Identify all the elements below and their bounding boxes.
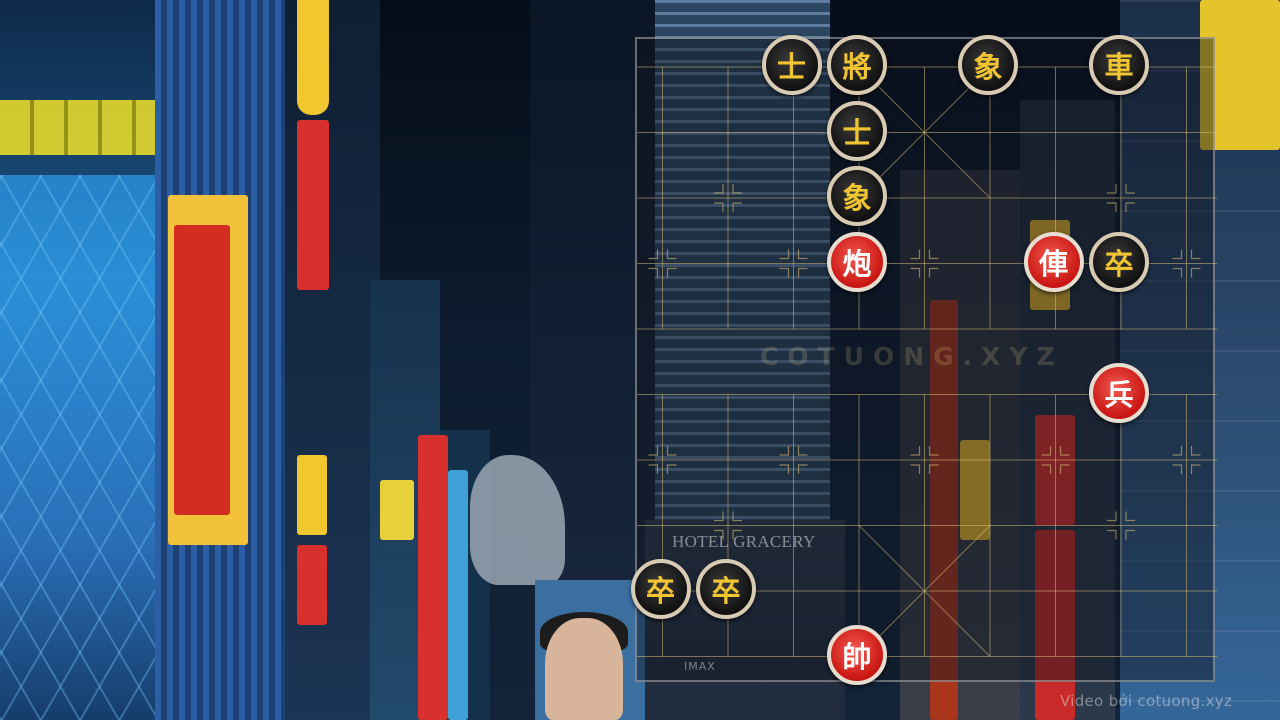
- position-mark: [648, 267, 659, 278]
- position-mark: [1125, 202, 1135, 212]
- position-mark: [1041, 464, 1052, 474]
- position-mark: [1107, 529, 1117, 540]
- position-mark: [714, 184, 724, 194]
- position-mark: [1190, 464, 1201, 474]
- black-soldier-2-piece[interactable]: 卒: [630, 559, 691, 619]
- position-mark: [928, 446, 939, 456]
- neon-sign: [297, 455, 327, 535]
- piece-label: 士: [842, 115, 872, 150]
- position-mark: [1107, 202, 1117, 212]
- position-mark: [1172, 446, 1183, 456]
- position-mark: [732, 202, 742, 212]
- neon-sign: [297, 0, 329, 115]
- position-mark: [910, 446, 921, 456]
- position-mark: [732, 511, 742, 522]
- position-mark: [648, 446, 659, 456]
- position-mark: [648, 464, 659, 474]
- position-mark: [910, 464, 921, 474]
- red-general-piece[interactable]: 帥: [827, 624, 887, 685]
- piece-label: 炮: [842, 246, 872, 281]
- yellow-awning: [0, 100, 165, 155]
- position-mark: [666, 249, 677, 260]
- position-mark: [732, 184, 742, 194]
- red-cannon-piece[interactable]: 炮: [827, 231, 887, 292]
- position-mark: [714, 511, 724, 522]
- neon-sign: [380, 480, 414, 540]
- position-mark: [779, 446, 790, 456]
- position-mark: [1172, 249, 1183, 260]
- position-mark: [1190, 267, 1201, 278]
- position-mark: [928, 267, 939, 278]
- position-mark: [1190, 446, 1201, 456]
- position-mark: [928, 249, 939, 260]
- piece-label: 車: [1104, 50, 1134, 84]
- piece-label: 卒: [645, 574, 675, 608]
- position-mark: [732, 529, 742, 540]
- piece-label: 象: [842, 181, 872, 215]
- position-mark: [1172, 267, 1183, 278]
- black-soldier-1-piece[interactable]: 卒: [1089, 231, 1149, 292]
- position-mark: [797, 464, 808, 474]
- piece-label: 象: [973, 50, 1003, 84]
- position-mark: [1125, 184, 1135, 194]
- neon-sign: [448, 470, 468, 720]
- position-mark: [714, 529, 724, 540]
- position-mark: [1190, 249, 1201, 260]
- position-mark: [910, 267, 921, 278]
- position-mark: [648, 249, 659, 260]
- neon-sign-red: [174, 225, 230, 515]
- position-mark: [797, 446, 808, 456]
- neon-sign: [297, 545, 327, 625]
- video-credit: Video bởi cotuong.xyz: [1060, 692, 1233, 710]
- black-chariot-piece[interactable]: 車: [1089, 35, 1149, 95]
- position-mark: [1107, 511, 1117, 522]
- piece-label: 士: [776, 50, 806, 84]
- piece-label: 卒: [1104, 246, 1134, 281]
- position-mark: [797, 249, 808, 260]
- neon-sign: [418, 435, 448, 720]
- black-advisor-1-piece[interactable]: 士: [761, 35, 822, 95]
- position-mark: [779, 464, 790, 474]
- position-mark: [1172, 464, 1183, 474]
- piece-label: 卒: [711, 574, 741, 608]
- position-mark: [1041, 446, 1052, 456]
- position-mark: [666, 267, 677, 278]
- position-mark: [910, 249, 921, 260]
- piece-label: 將: [842, 50, 872, 84]
- position-mark: [714, 202, 724, 212]
- position-mark: [666, 446, 677, 456]
- neon-sign: [297, 120, 329, 290]
- position-mark: [797, 267, 808, 278]
- black-advisor-2-piece[interactable]: 士: [827, 100, 887, 161]
- position-mark: [1107, 184, 1117, 194]
- red-soldier-piece[interactable]: 兵: [1089, 362, 1149, 423]
- position-mark: [1059, 446, 1070, 456]
- black-soldier-3-piece[interactable]: 卒: [696, 559, 756, 619]
- piece-label: 帥: [842, 639, 872, 674]
- black-elephant-2-piece[interactable]: 象: [827, 166, 887, 226]
- red-chariot-piece[interactable]: 俥: [1023, 231, 1084, 292]
- billboard-face: [545, 618, 623, 720]
- position-mark: [1125, 511, 1135, 522]
- black-elephant-1-piece[interactable]: 象: [958, 35, 1018, 95]
- position-mark: [779, 267, 790, 278]
- position-mark: [928, 464, 939, 474]
- piece-label: 俥: [1038, 246, 1068, 281]
- position-mark: [779, 249, 790, 260]
- board-watermark: COTUONG.XYZ: [760, 342, 1064, 371]
- piece-label: 兵: [1104, 377, 1134, 412]
- position-mark: [1059, 464, 1070, 474]
- black-general-piece[interactable]: 將: [827, 35, 887, 95]
- position-mark: [1125, 529, 1135, 540]
- position-mark: [666, 464, 677, 474]
